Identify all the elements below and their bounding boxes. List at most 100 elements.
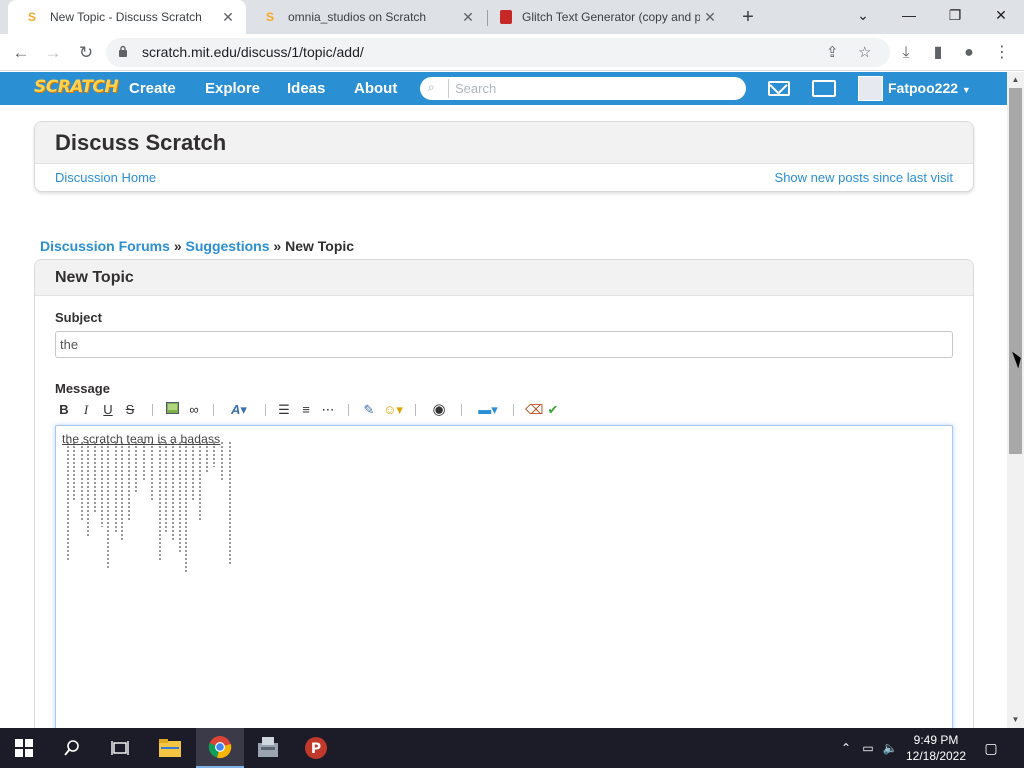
scratch-navbar: SCRATCH Create Explore Ideas About ⌕ Fat… <box>0 72 1007 105</box>
scratchblocks-icon[interactable]: ✎ <box>361 401 377 419</box>
clock-date: 12/18/2022 <box>905 749 967 763</box>
chevron-down-icon: ▼ <box>961 85 971 95</box>
share-icon[interactable]: ⇪ <box>826 38 839 67</box>
bullet-list-icon[interactable]: ☰ <box>277 401 291 419</box>
subject-input[interactable] <box>55 331 953 358</box>
search-box[interactable]: ⌕ <box>420 77 746 100</box>
image-icon[interactable] <box>165 401 179 419</box>
task-view-icon[interactable] <box>96 728 144 768</box>
nav-ideas[interactable]: Ideas <box>287 72 325 105</box>
smiley-icon[interactable]: ☺▾ <box>381 401 405 419</box>
browser-menu-icon[interactable]: ⋮ <box>989 40 1015 66</box>
page-title: Discuss Scratch <box>55 130 227 155</box>
url-text: scratch.mit.edu/discuss/1/topic/add/ <box>142 44 364 60</box>
avatar[interactable] <box>858 76 883 101</box>
network-icon[interactable]: ▭ <box>858 728 878 768</box>
breadcrumb: Discussion Forums » Suggestions » New To… <box>40 238 354 254</box>
tab-title: New Topic - Discuss Scratch <box>50 10 202 24</box>
clean-icon[interactable]: ⌫ <box>525 401 543 419</box>
scratch-favicon-icon: S <box>27 10 36 24</box>
glitch-favicon-icon <box>500 10 512 24</box>
numbered-list-icon[interactable]: ≡ <box>299 401 313 419</box>
subject-label: Subject <box>55 310 102 325</box>
tab-search-icon[interactable]: ⌄ <box>840 0 886 30</box>
back-arrow-icon[interactable]: ← <box>8 40 34 66</box>
tab-title: Glitch Text Generator (copy and p <box>522 10 700 24</box>
volume-muted-icon[interactable]: 🔈 <box>880 728 900 768</box>
my-stuff-icon[interactable] <box>812 80 836 97</box>
toolbar-separator <box>213 404 214 416</box>
search-icon: ⌕ <box>428 80 435 94</box>
link-icon[interactable]: ∞ <box>187 401 201 419</box>
scratch-logo[interactable]: SCRATCH <box>34 77 119 97</box>
new-tab-button[interactable]: + <box>736 4 760 30</box>
messages-icon[interactable] <box>768 81 790 96</box>
bold-icon[interactable]: B <box>57 401 71 419</box>
show-hidden-icons-icon[interactable]: ⌃ <box>836 728 856 768</box>
notifications-icon[interactable]: ▢ <box>980 728 1002 768</box>
lock-icon <box>119 45 127 57</box>
app-taskbar-icon[interactable] <box>244 728 292 768</box>
file-explorer-icon[interactable] <box>146 728 194 768</box>
breadcrumb-current: New Topic <box>285 238 355 254</box>
username-menu[interactable]: Fatpoo222 ▼ <box>888 72 971 107</box>
breadcrumb-suggestions-link[interactable]: Suggestions <box>186 238 270 254</box>
nav-about[interactable]: About <box>354 72 397 105</box>
horizontal-rule-icon[interactable]: ⋯ <box>321 401 335 419</box>
italic-icon[interactable]: I <box>79 401 93 419</box>
scratch-favicon-icon: S <box>265 10 274 24</box>
check-icon[interactable]: ✔ <box>545 401 561 419</box>
message-label: Message <box>55 381 110 396</box>
page-viewport: SCRATCH Create Explore Ideas About ⌕ Fat… <box>0 72 1007 728</box>
tab-glitch-text[interactable]: Glitch Text Generator (copy and p ✕ <box>488 0 728 34</box>
search-input[interactable] <box>448 79 738 98</box>
strikethrough-icon[interactable]: S <box>123 401 137 419</box>
new-topic-header: New Topic <box>35 260 973 296</box>
forward-arrow-icon[interactable]: → <box>40 40 66 66</box>
system-clock[interactable]: 9:49 PM 12/18/2022 <box>898 732 974 764</box>
discussion-home-link[interactable]: Discussion Home <box>55 170 156 185</box>
code-block-icon[interactable]: ▬▾ <box>475 401 501 419</box>
profile-icon[interactable]: ● <box>956 40 982 66</box>
underline-icon[interactable]: U <box>101 401 115 419</box>
new-topic-heading: New Topic <box>55 269 134 286</box>
taskbar-search-icon[interactable] <box>48 728 96 768</box>
tab-omnia-studios[interactable]: S omnia_studios on Scratch ✕ <box>246 0 486 34</box>
bookmark-star-icon[interactable]: ☆ <box>858 38 871 67</box>
restore-button[interactable]: ❐ <box>932 0 978 30</box>
tab-new-topic[interactable]: S New Topic - Discuss Scratch ✕ <box>8 0 246 34</box>
svg-text:P: P <box>311 741 321 757</box>
tab-title: omnia_studios on Scratch <box>288 10 427 24</box>
close-tab-icon[interactable]: ✕ <box>458 9 478 26</box>
breadcrumb-forums-link[interactable]: Discussion Forums <box>40 238 170 254</box>
address-bar[interactable]: scratch.mit.edu/discuss/1/topic/add/ ⇪ ☆ <box>106 38 890 67</box>
page-scrollbar[interactable]: ▲ ▼ <box>1007 72 1024 728</box>
tab-strip: S New Topic - Discuss Scratch ✕ S omnia_… <box>0 0 1024 34</box>
windows-taskbar: P ⌃ ▭ 🔈 9:49 PM 12/18/2022 ▢ <box>0 728 1024 768</box>
close-tab-icon[interactable]: ✕ <box>700 9 720 26</box>
browser-toolbar: ← → ↻ scratch.mit.edu/discuss/1/topic/ad… <box>0 34 1024 71</box>
nav-create[interactable]: Create <box>129 72 176 105</box>
reload-icon[interactable]: ↻ <box>73 40 99 66</box>
toolbar-separator <box>415 404 416 416</box>
clock-time: 9:49 PM <box>913 733 959 747</box>
new-posts-link[interactable]: Show new posts since last visit <box>775 170 953 185</box>
scroll-up-icon[interactable]: ▲ <box>1007 72 1024 88</box>
font-color-icon[interactable]: A▾ <box>227 401 251 419</box>
start-button[interactable] <box>0 728 48 768</box>
username: Fatpoo222 <box>888 80 959 96</box>
scroll-thumb[interactable] <box>1009 88 1022 454</box>
chrome-taskbar-icon[interactable] <box>196 728 244 768</box>
minimize-button[interactable]: — <box>886 0 932 30</box>
psiphon-taskbar-icon[interactable]: P <box>292 728 340 768</box>
download-icon[interactable]: ⤓ <box>893 40 919 66</box>
nav-explore[interactable]: Explore <box>205 72 260 105</box>
globe-icon[interactable]: ◉ <box>431 401 447 419</box>
breadcrumb-separator: » <box>173 238 182 254</box>
close-window-button[interactable]: ✕ <box>978 0 1024 30</box>
breadcrumb-separator: » <box>273 238 282 254</box>
discuss-header: Discuss Scratch Discussion Home Show new… <box>34 121 974 192</box>
side-panel-icon[interactable]: ▮ <box>925 40 951 66</box>
scroll-down-icon[interactable]: ▼ <box>1007 712 1024 728</box>
close-tab-icon[interactable]: ✕ <box>218 9 238 26</box>
